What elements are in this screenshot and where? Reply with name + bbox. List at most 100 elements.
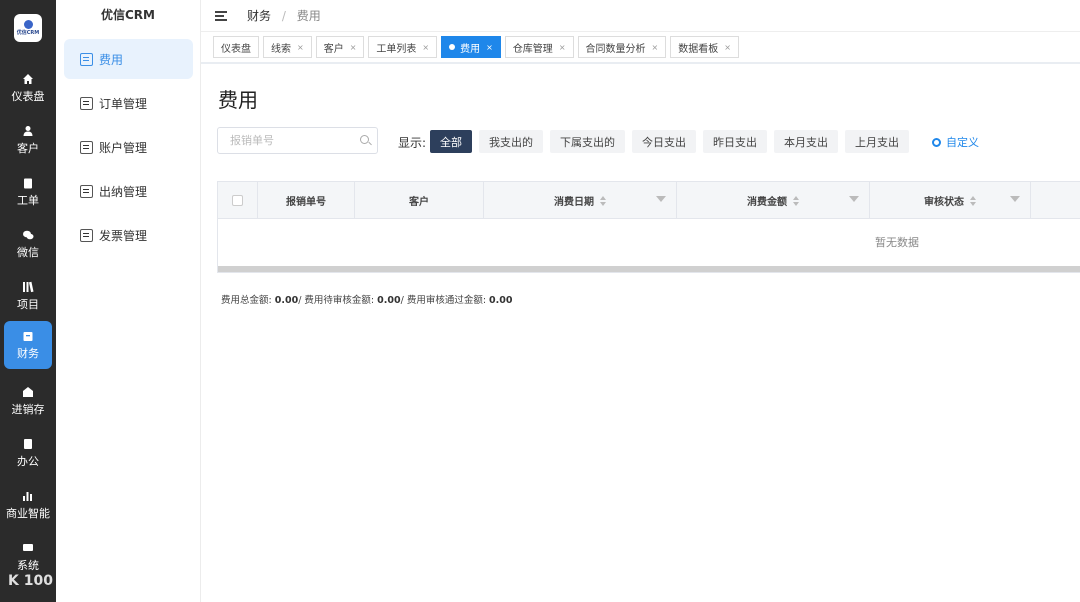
rail-item-wechat[interactable]: 微信 bbox=[4, 220, 52, 268]
column-label: 审核状态 bbox=[924, 197, 964, 208]
column-header-status[interactable]: 审核状态 bbox=[870, 182, 1031, 219]
wechat-icon bbox=[23, 230, 34, 239]
filter-mine-button[interactable]: 我支出的 bbox=[479, 130, 543, 153]
column-header-amount[interactable]: 消费金额 bbox=[677, 182, 870, 219]
filter-icon[interactable] bbox=[1010, 196, 1020, 202]
horizontal-scrollbar[interactable] bbox=[218, 266, 1080, 272]
rail-item-customers[interactable]: 客户 bbox=[4, 116, 52, 164]
tab-label: 费用 bbox=[460, 43, 481, 55]
tab-data-board[interactable]: 数据看板 × bbox=[670, 36, 739, 58]
total-label: 费用总金额: bbox=[221, 295, 272, 306]
rail-item-label: 财务 bbox=[17, 346, 39, 360]
logo-mark-icon bbox=[23, 20, 33, 29]
rail-item-tickets[interactable]: 工单 bbox=[4, 168, 52, 216]
column-label: 客户 bbox=[409, 197, 429, 208]
tab-label: 数据看板 bbox=[678, 43, 719, 55]
sort-icon[interactable] bbox=[970, 195, 976, 206]
close-icon[interactable]: × bbox=[422, 43, 429, 52]
rail-item-label: 项目 bbox=[17, 297, 39, 311]
rail-item-label: 工单 bbox=[17, 193, 39, 207]
tab-dashboard[interactable]: 仪表盘 bbox=[213, 36, 259, 58]
rail-item-label: 微信 bbox=[17, 245, 39, 259]
rail-item-label: 客户 bbox=[17, 141, 39, 155]
finance-sidebar: 优信CRM 费用 订单管理 账户管理 出纳管理 发票管理 bbox=[56, 0, 201, 602]
filter-this-month-button[interactable]: 本月支出 bbox=[774, 130, 838, 153]
tab-customers[interactable]: 客户 × bbox=[315, 36, 365, 58]
filter-subordinates-button[interactable]: 下属支出的 bbox=[550, 130, 625, 153]
close-icon[interactable]: × bbox=[652, 43, 659, 52]
rail-item-dashboard[interactable]: 仪表盘 bbox=[4, 64, 52, 112]
main-nav-rail: 优信CRM 仪表盘 客户 工单 微信 项目 财务 进销存 办公 商业智能 系统 bbox=[0, 0, 56, 602]
sidebar-item-accounts[interactable]: 账户管理 bbox=[64, 127, 193, 167]
tab-expense[interactable]: 费用 × bbox=[441, 36, 501, 58]
rail-item-bi[interactable]: 商业智能 bbox=[4, 481, 52, 529]
collapse-menu-icon[interactable] bbox=[215, 10, 229, 21]
column-label: 消费日期 bbox=[554, 197, 594, 208]
tab-label: 客户 bbox=[323, 43, 344, 55]
tab-label: 仪表盘 bbox=[221, 43, 251, 55]
filter-all-button[interactable]: 全部 bbox=[430, 130, 472, 153]
order-icon bbox=[80, 96, 93, 110]
account-icon bbox=[80, 140, 93, 154]
tab-leads[interactable]: 线索 × bbox=[263, 36, 312, 58]
expense-table: 报销单号 客户 消费日期 消费金额 审核状态 暂无数据 bbox=[217, 181, 1080, 273]
table-header: 报销单号 客户 消费日期 消费金额 审核状态 bbox=[218, 182, 1080, 219]
expense-totals: 费用总金额: 0.00/ 费用待审核金额: 0.00/ 费用审核通过金额: 0.… bbox=[221, 292, 513, 306]
column-header-extra bbox=[1031, 182, 1080, 219]
breadcrumb-parent[interactable]: 财务 bbox=[247, 9, 271, 23]
tab-contract-analysis[interactable]: 合同数量分析 × bbox=[577, 36, 667, 58]
sort-icon[interactable] bbox=[600, 195, 606, 206]
expense-icon bbox=[80, 52, 93, 66]
rail-item-projects[interactable]: 项目 bbox=[4, 272, 52, 320]
select-all-checkbox[interactable] bbox=[232, 195, 243, 206]
filter-today-button[interactable]: 今日支出 bbox=[632, 130, 696, 153]
ticket-icon bbox=[24, 178, 32, 188]
close-icon[interactable]: × bbox=[486, 43, 493, 52]
project-icon bbox=[23, 281, 34, 292]
rail-item-office[interactable]: 办公 bbox=[4, 429, 52, 477]
watermark-logo: K 100 bbox=[8, 572, 53, 589]
search-input[interactable]: 报销单号 bbox=[217, 127, 378, 154]
column-label: 报销单号 bbox=[286, 197, 326, 208]
breadcrumb-current: 费用 bbox=[296, 9, 321, 23]
watermark: K 100 大数跨境 bbox=[8, 568, 129, 594]
tab-ticket-list[interactable]: 工单列表 × bbox=[368, 36, 438, 58]
cashier-icon bbox=[80, 184, 93, 198]
sidebar-item-expense[interactable]: 费用 bbox=[64, 39, 193, 79]
select-all-cell bbox=[218, 182, 258, 219]
rail-item-inventory[interactable]: 进销存 bbox=[4, 377, 52, 425]
sidebar-item-label: 费用 bbox=[99, 52, 124, 67]
close-icon[interactable]: × bbox=[297, 43, 304, 52]
customize-button[interactable]: 自定义 bbox=[932, 134, 979, 150]
sidebar-item-label: 账户管理 bbox=[99, 140, 148, 155]
filter-yesterday-button[interactable]: 昨日支出 bbox=[703, 130, 767, 153]
app-logo[interactable]: 优信CRM bbox=[14, 14, 42, 42]
filter-label: 显示: bbox=[398, 136, 427, 150]
filter-last-month-button[interactable]: 上月支出 bbox=[845, 130, 909, 153]
column-header-claim-no[interactable]: 报销单号 bbox=[258, 182, 355, 219]
search-icon[interactable] bbox=[360, 135, 369, 144]
sort-icon[interactable] bbox=[793, 195, 799, 206]
close-icon[interactable]: × bbox=[559, 43, 566, 52]
column-header-customer[interactable]: 客户 bbox=[355, 182, 484, 219]
breadcrumb-separator: / bbox=[281, 9, 286, 23]
tab-label: 工单列表 bbox=[376, 43, 417, 55]
approved-value: 0.00 bbox=[489, 295, 513, 306]
close-icon[interactable]: × bbox=[724, 43, 731, 52]
tab-label: 线索 bbox=[271, 43, 291, 55]
rail-item-label: 商业智能 bbox=[6, 506, 50, 520]
total-value: 0.00 bbox=[274, 295, 299, 306]
filter-icon[interactable] bbox=[656, 196, 666, 202]
sidebar-item-cashier[interactable]: 出纳管理 bbox=[64, 171, 193, 211]
sidebar-item-invoices[interactable]: 发票管理 bbox=[64, 215, 193, 255]
sidebar-item-label: 订单管理 bbox=[99, 96, 148, 111]
empty-text: 暂无数据 bbox=[875, 236, 919, 249]
tab-warehouse[interactable]: 仓库管理 × bbox=[504, 36, 574, 58]
close-icon[interactable]: × bbox=[350, 43, 357, 52]
sidebar-item-orders[interactable]: 订单管理 bbox=[64, 83, 193, 123]
column-header-date[interactable]: 消费日期 bbox=[484, 182, 677, 219]
tab-label: 合同数量分析 bbox=[585, 43, 646, 55]
filter-icon[interactable] bbox=[849, 196, 859, 202]
rail-item-finance[interactable]: 财务 bbox=[4, 321, 52, 369]
inventory-icon bbox=[23, 386, 33, 397]
